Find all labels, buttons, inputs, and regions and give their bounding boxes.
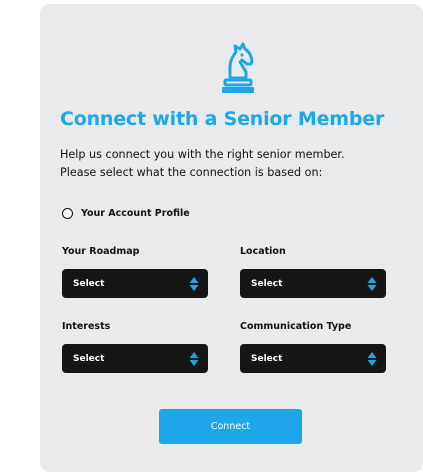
account-profile-radio[interactable]: Your Account Profile xyxy=(62,208,190,219)
interests-select-value: Select xyxy=(73,353,105,364)
up-down-caret-icon xyxy=(189,352,199,366)
chess-knight-icon xyxy=(222,42,254,93)
location-label: Location xyxy=(240,246,286,257)
description: Help us connect you with the right senio… xyxy=(60,146,412,182)
roadmap-select-value: Select xyxy=(73,278,105,289)
location-select[interactable]: Select xyxy=(240,269,386,298)
up-down-caret-icon xyxy=(367,277,377,291)
roadmap-label: Your Roadmap xyxy=(62,246,140,257)
connect-card: Connect with a Senior Member Help us con… xyxy=(40,4,423,472)
up-down-caret-icon xyxy=(367,352,377,366)
communication-type-select[interactable]: Select xyxy=(240,344,386,373)
account-profile-label: Your Account Profile xyxy=(81,208,190,219)
location-select-value: Select xyxy=(251,278,283,289)
up-down-caret-icon xyxy=(189,277,199,291)
description-line-2: Please select what the connection is bas… xyxy=(60,166,323,179)
connect-button[interactable]: Connect xyxy=(159,409,302,444)
radio-button[interactable] xyxy=(62,208,73,219)
communication-type-select-value: Select xyxy=(251,353,283,364)
description-line-1: Help us connect you with the right senio… xyxy=(60,148,345,161)
communication-type-label: Communication Type xyxy=(240,321,352,332)
interests-select[interactable]: Select xyxy=(62,344,208,373)
roadmap-select[interactable]: Select xyxy=(62,269,208,298)
page-title: Connect with a Senior Member xyxy=(60,108,385,130)
interests-label: Interests xyxy=(62,321,111,332)
